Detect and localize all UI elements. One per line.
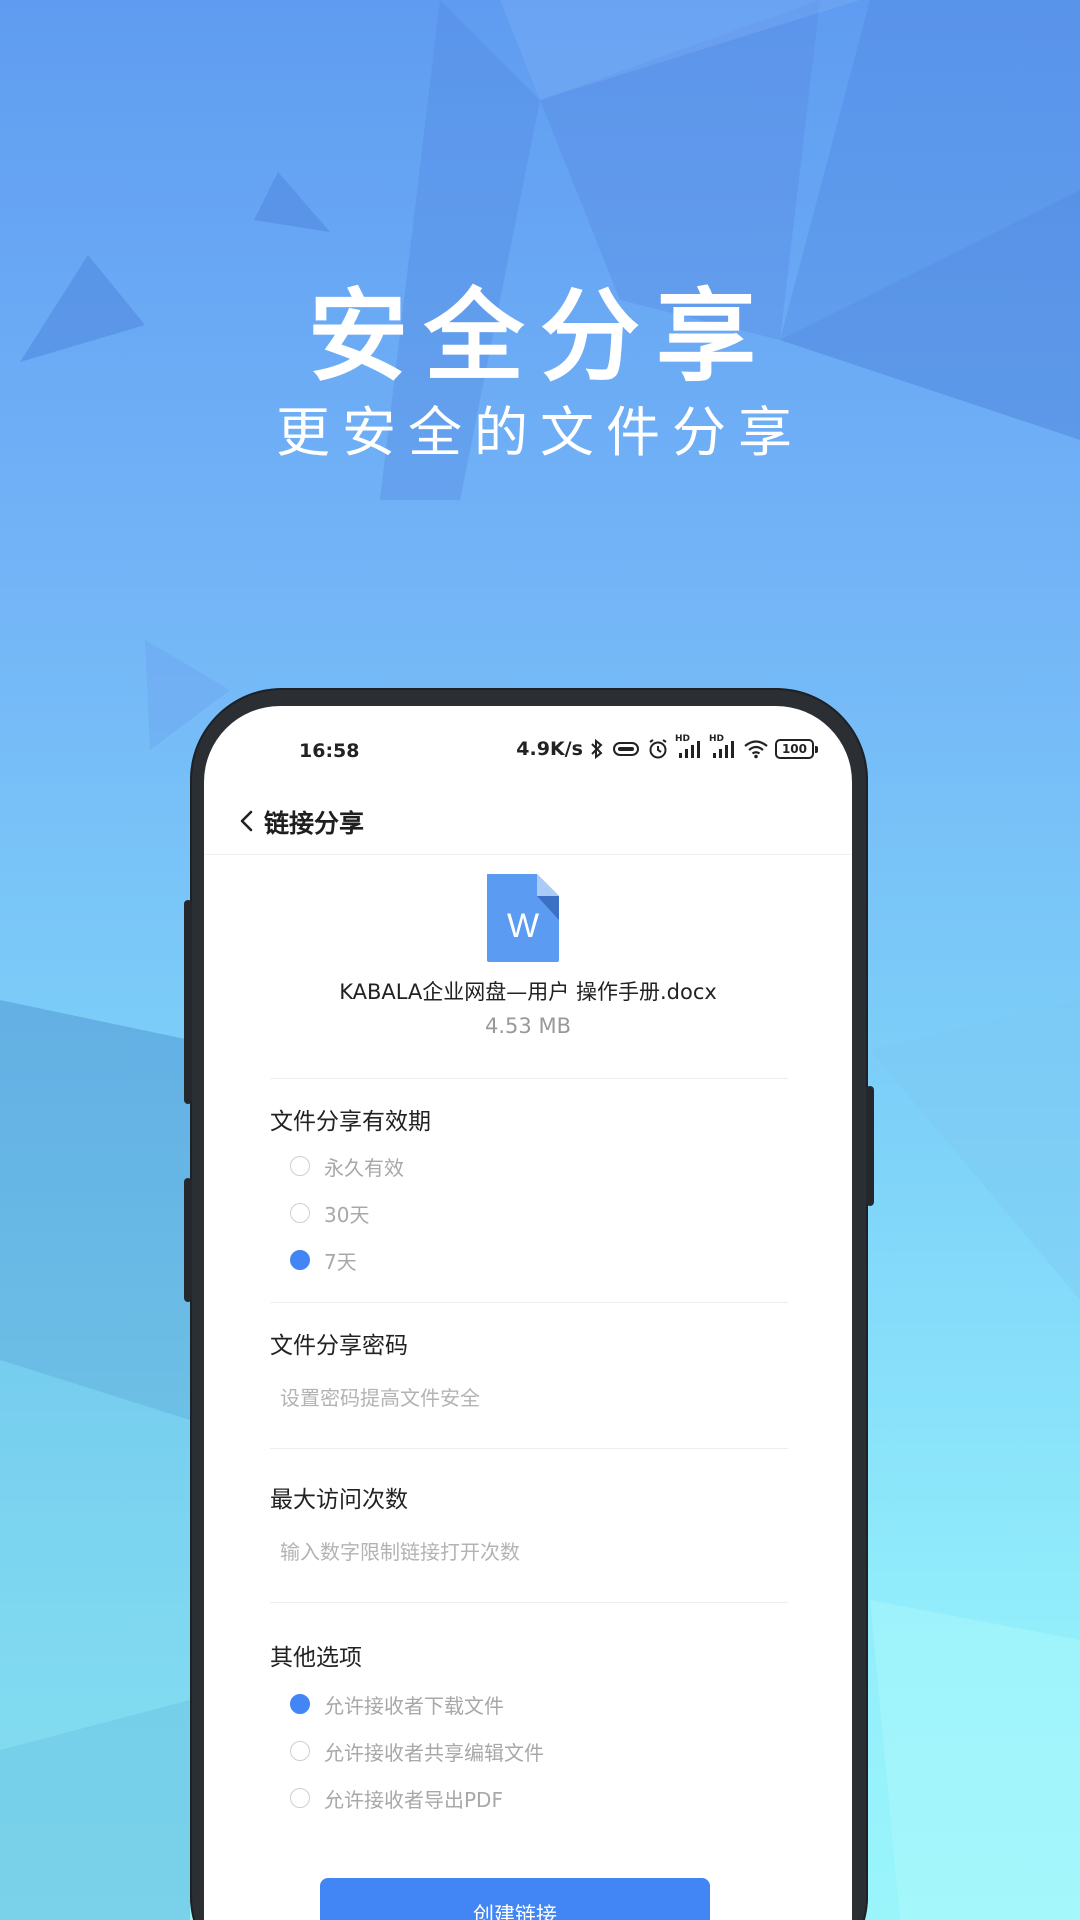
validity-option-permanent[interactable]: 永久有效 bbox=[290, 1150, 404, 1182]
option-label: 允许接收者下载文件 bbox=[324, 1693, 504, 1718]
option-label: 永久有效 bbox=[324, 1155, 404, 1180]
divider bbox=[270, 1078, 788, 1079]
validity-title: 文件分享有效期 bbox=[270, 1109, 431, 1135]
page-title: 链接分享 bbox=[264, 809, 365, 838]
radio-button[interactable] bbox=[290, 1788, 310, 1808]
file-size: 4.53 MB bbox=[485, 1014, 571, 1038]
signal-strength-1: HD bbox=[675, 734, 703, 760]
hero-title: 安全分享 bbox=[308, 278, 772, 395]
other-options-title: 其他选项 bbox=[270, 1645, 362, 1671]
divider bbox=[270, 1302, 788, 1303]
file-name: KABALA企业网盘—用户 操作手册.docx bbox=[339, 980, 717, 1004]
status-time: 16:58 bbox=[299, 740, 360, 762]
battery-level: 100 bbox=[774, 739, 814, 759]
hero-subtitle: 更安全的文件分享 bbox=[276, 401, 804, 464]
battery-icon: 100 bbox=[774, 739, 818, 759]
battery-tip bbox=[815, 745, 818, 753]
status-bar: 16:58 4.9K/s HD HD 100 bbox=[204, 734, 852, 774]
password-input[interactable] bbox=[280, 1380, 780, 1416]
signal-icon bbox=[712, 741, 734, 758]
divider bbox=[270, 1448, 788, 1449]
vibrate-icon bbox=[612, 742, 639, 756]
divider bbox=[270, 1602, 788, 1603]
validity-option-7-days[interactable]: 7天 bbox=[290, 1244, 357, 1276]
max-visits-input[interactable] bbox=[280, 1534, 780, 1570]
option-label: 允许接收者共享编辑文件 bbox=[324, 1740, 544, 1765]
create-link-button[interactable]: 创建链接 bbox=[320, 1878, 710, 1920]
option-label: 30天 bbox=[324, 1202, 370, 1227]
phone-side-button bbox=[184, 1178, 192, 1302]
option-allow-export-pdf[interactable]: 允许接收者导出PDF bbox=[290, 1782, 503, 1814]
status-icons: 4.9K/s HD HD 100 bbox=[516, 734, 818, 760]
alarm-icon bbox=[649, 739, 667, 759]
max-visits-title: 最大访问次数 bbox=[270, 1487, 408, 1513]
option-label: 允许接收者导出PDF bbox=[324, 1787, 503, 1812]
validity-option-30-days[interactable]: 30天 bbox=[290, 1197, 369, 1229]
wifi-icon bbox=[744, 740, 768, 759]
radio-button[interactable] bbox=[290, 1203, 310, 1223]
radio-button-checked[interactable] bbox=[290, 1250, 310, 1270]
phone-side-button bbox=[866, 1086, 874, 1206]
word-doc-icon: W bbox=[487, 874, 559, 962]
word-doc-letter: W bbox=[507, 907, 539, 945]
password-title: 文件分享密码 bbox=[270, 1333, 408, 1359]
phone-screen: 16:58 4.9K/s HD HD 100 链接分享 W KABALA企业网盘… bbox=[204, 706, 852, 1920]
radio-button[interactable] bbox=[290, 1156, 310, 1176]
option-label: 7天 bbox=[324, 1249, 357, 1274]
nav-bar: 链接分享 bbox=[204, 790, 852, 855]
signal-icon bbox=[678, 741, 700, 758]
radio-button[interactable] bbox=[290, 1741, 310, 1761]
back-arrow-icon[interactable] bbox=[232, 806, 262, 836]
phone-side-button bbox=[184, 900, 192, 1104]
radio-button-checked[interactable] bbox=[290, 1694, 310, 1714]
option-allow-shared-edit[interactable]: 允许接收者共享编辑文件 bbox=[290, 1735, 544, 1767]
bluetooth-icon bbox=[591, 738, 603, 760]
option-allow-download[interactable]: 允许接收者下载文件 bbox=[290, 1688, 504, 1720]
signal-strength-2: HD bbox=[709, 734, 737, 760]
network-speed: 4.9K/s bbox=[516, 738, 583, 760]
promo-page: 安全分享 更安全的文件分享 16:58 4.9K/s HD HD 100 链接分… bbox=[0, 0, 1080, 1920]
